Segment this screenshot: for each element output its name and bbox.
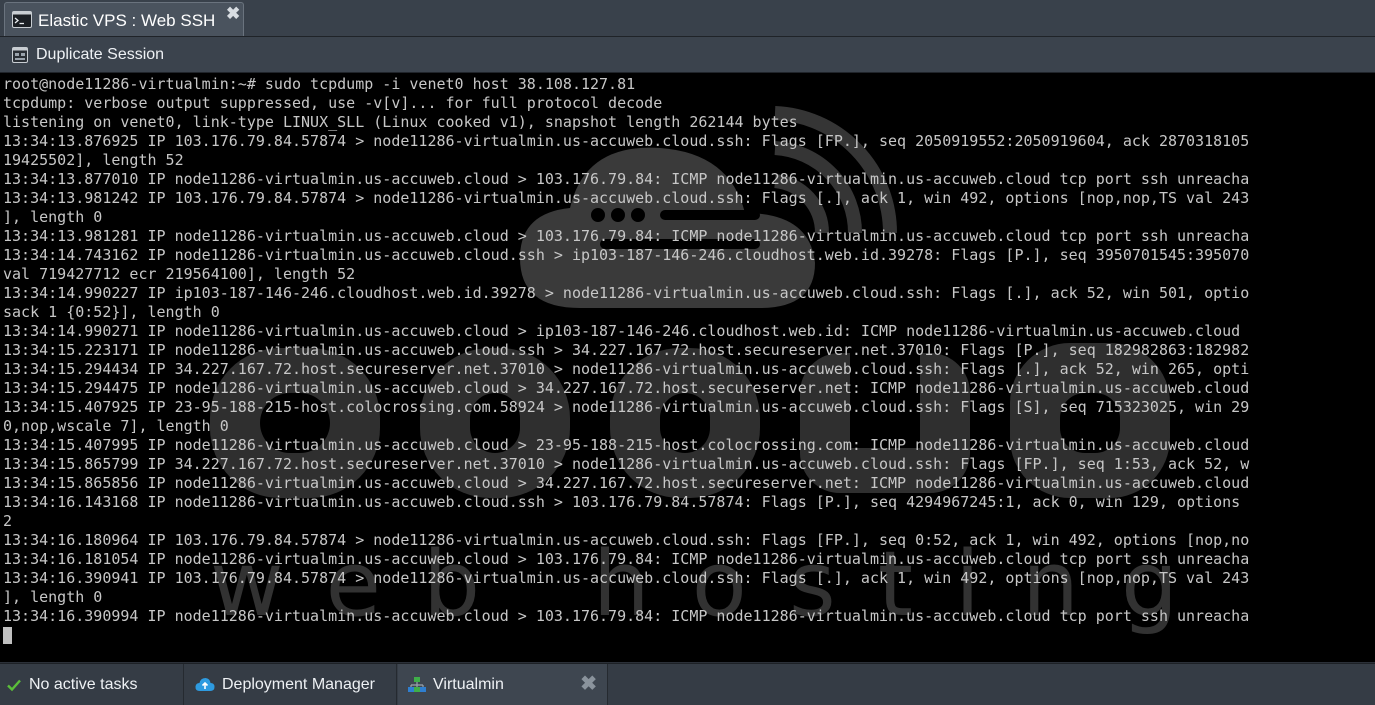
terminal-line: 13:34:13.981242 IP 103.176.79.84.57874 >… bbox=[3, 189, 1250, 207]
terminal-output[interactable]: web hosting root@node11286-virtualmin:~#… bbox=[0, 73, 1375, 662]
terminal-line: 13:34:15.865799 IP 34.227.167.72.host.se… bbox=[3, 455, 1250, 473]
network-icon bbox=[408, 677, 426, 693]
terminal-line: val 719427712 ecr 219564100], length 52 bbox=[3, 265, 356, 283]
deployment-manager-label: Deployment Manager bbox=[222, 676, 375, 693]
terminal-line: 19425502], length 52 bbox=[3, 151, 184, 169]
duplicate-icon bbox=[12, 47, 28, 63]
terminal-line: 13:34:16.390994 IP node11286-virtualmin.… bbox=[3, 607, 1250, 625]
tasks-status-label: No active tasks bbox=[29, 676, 138, 693]
terminal-line: 13:34:15.407995 IP node11286-virtualmin.… bbox=[3, 436, 1250, 454]
tasks-status[interactable]: No active tasks bbox=[0, 664, 184, 705]
terminal-line: 2 bbox=[3, 512, 13, 530]
terminal-line: 13:34:13.877010 IP node11286-virtualmin.… bbox=[3, 170, 1250, 188]
terminal-line: 13:34:13.981281 IP node11286-virtualmin.… bbox=[3, 227, 1250, 245]
terminal-line: 13:34:14.743162 IP node11286-virtualmin.… bbox=[3, 246, 1250, 264]
cloud-upload-icon bbox=[195, 677, 215, 693]
terminal-line: tcpdump: verbose output suppressed, use … bbox=[3, 94, 663, 112]
tab-close-icon[interactable]: ✖ bbox=[226, 4, 240, 24]
terminal-line: 13:34:16.390941 IP 103.176.79.84.57874 >… bbox=[3, 569, 1250, 587]
terminal-line: 13:34:15.865856 IP node11286-virtualmin.… bbox=[3, 474, 1250, 492]
terminal-line: 13:34:14.990227 IP ip103-187-146-246.clo… bbox=[3, 284, 1250, 302]
duplicate-session-label: Duplicate Session bbox=[36, 46, 165, 63]
terminal-icon bbox=[12, 11, 32, 28]
virtualmin-tab[interactable]: Virtualmin ✖ bbox=[398, 664, 608, 705]
terminal-line: root@node11286-virtualmin:~# sudo tcpdum… bbox=[3, 75, 636, 93]
terminal-cursor bbox=[3, 627, 12, 644]
status-bar: No active tasks Deployment Manager Virtu… bbox=[0, 663, 1375, 705]
terminal-line: listening on venet0, link-type LINUX_SLL… bbox=[3, 113, 798, 131]
deployment-manager-tab[interactable]: Deployment Manager bbox=[185, 664, 397, 705]
virtualmin-close-icon[interactable]: ✖ bbox=[580, 674, 597, 694]
terminal-line: 13:34:16.181054 IP node11286-virtualmin.… bbox=[3, 550, 1250, 568]
terminal-line: ], length 0 bbox=[3, 588, 103, 606]
terminal-lines: root@node11286-virtualmin:~# sudo tcpdum… bbox=[3, 75, 1375, 645]
terminal-line: 13:34:16.180964 IP 103.176.79.84.57874 >… bbox=[3, 531, 1250, 549]
terminal-line: 13:34:15.294475 IP node11286-virtualmin.… bbox=[3, 379, 1250, 397]
tab-title: Elastic VPS : Web SSH bbox=[38, 11, 216, 30]
web-ssh-window: Elastic VPS : Web SSH ✖ Duplicate Sessio… bbox=[0, 0, 1375, 705]
terminal-line: 13:34:16.143168 IP node11286-virtualmin.… bbox=[3, 493, 1241, 511]
terminal-line: ], length 0 bbox=[3, 208, 103, 226]
tab-bar: Elastic VPS : Web SSH ✖ bbox=[0, 0, 1375, 37]
terminal-line: 13:34:14.990271 IP node11286-virtualmin.… bbox=[3, 322, 1241, 340]
duplicate-session-button[interactable]: Duplicate Session bbox=[8, 43, 164, 67]
terminal-line: 13:34:15.294434 IP 34.227.167.72.host.se… bbox=[3, 360, 1250, 378]
virtualmin-label: Virtualmin bbox=[433, 676, 504, 693]
terminal-line: 13:34:15.223171 IP node11286-virtualmin.… bbox=[3, 341, 1250, 359]
terminal-prompt-line bbox=[3, 626, 1375, 645]
toolbar: Duplicate Session bbox=[0, 37, 1375, 73]
checkmark-icon bbox=[6, 677, 22, 693]
terminal-line: 13:34:13.876925 IP 103.176.79.84.57874 >… bbox=[3, 132, 1250, 150]
terminal-line: sack 1 {0:52}], length 0 bbox=[3, 303, 220, 321]
terminal-line: 13:34:15.407925 IP 23-95-188-215-host.co… bbox=[3, 398, 1250, 416]
tab-web-ssh[interactable]: Elastic VPS : Web SSH ✖ bbox=[4, 2, 244, 36]
terminal-line: 0,nop,wscale 7], length 0 bbox=[3, 417, 229, 435]
